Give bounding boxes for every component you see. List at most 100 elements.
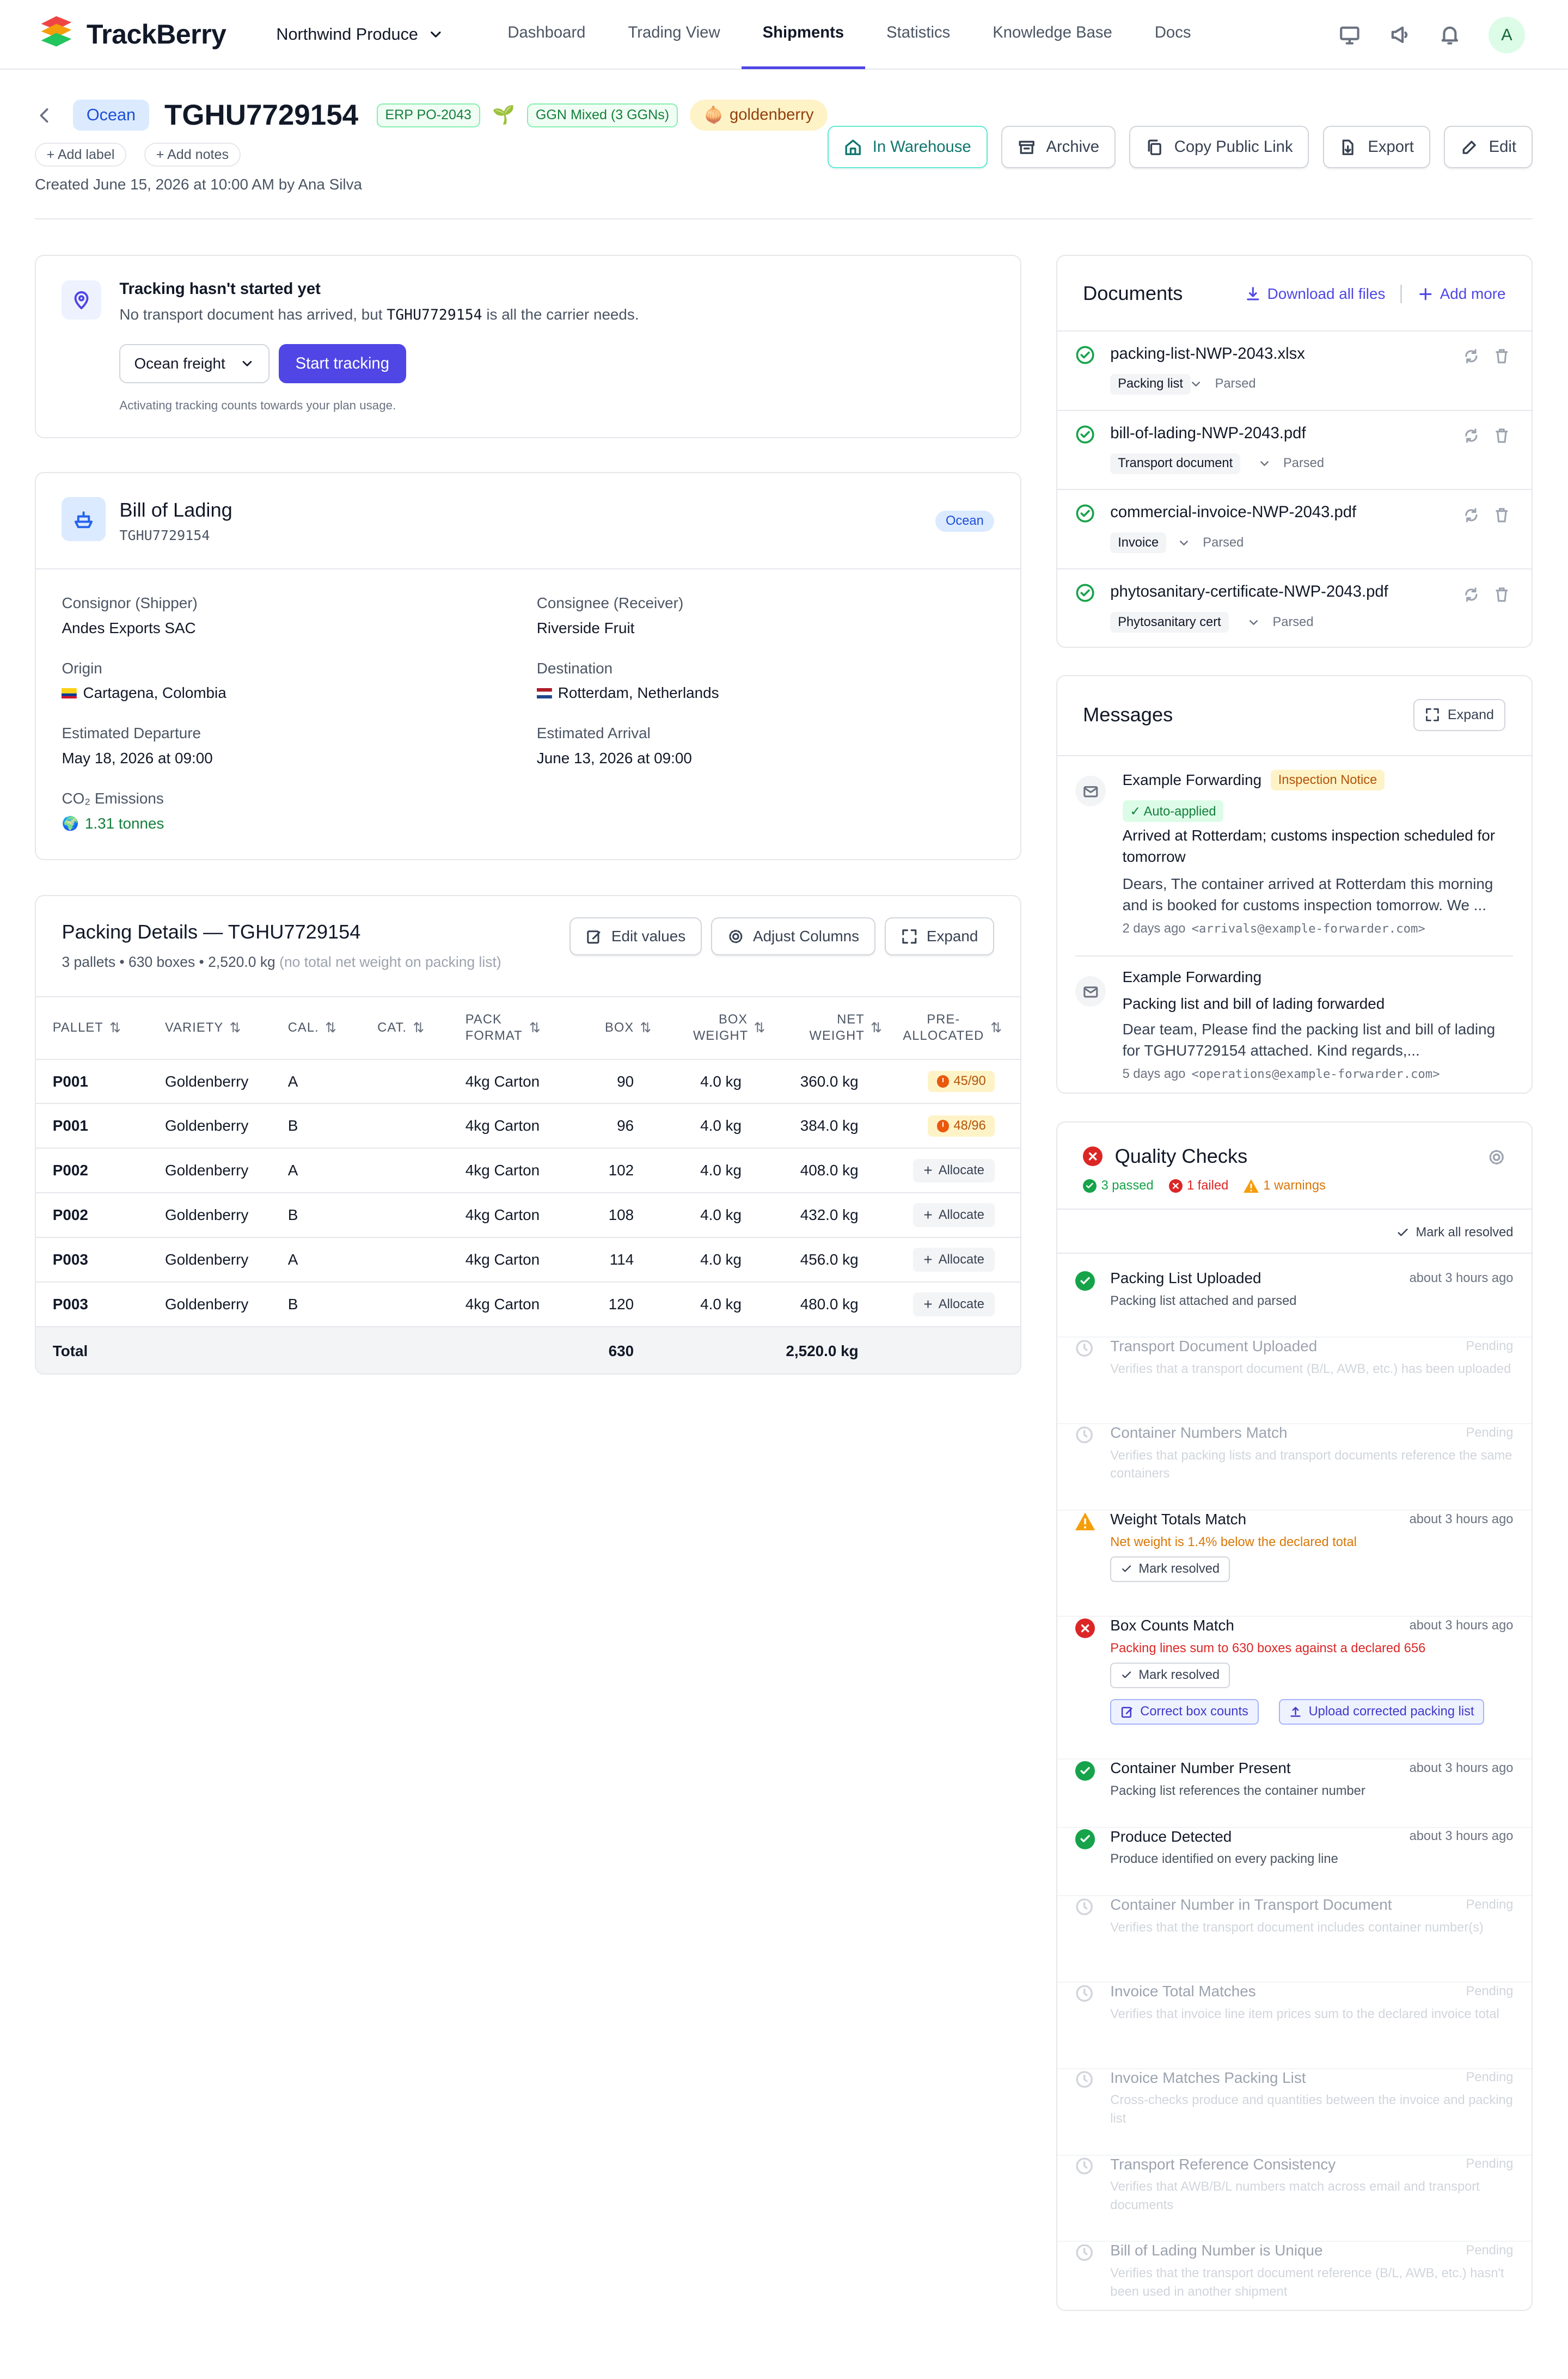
nav-statistics[interactable]: Statistics — [865, 0, 971, 69]
chevron-down-icon[interactable] — [1177, 536, 1191, 550]
edit-values-button[interactable]: Edit values — [569, 917, 702, 956]
refresh-icon[interactable] — [1463, 427, 1480, 444]
document-name[interactable]: packing-list-NWP-2043.xlsx — [1110, 345, 1305, 363]
archive-button[interactable]: Archive — [1001, 126, 1116, 169]
nav-dashboard[interactable]: Dashboard — [486, 0, 607, 69]
messages-expand-button[interactable]: Expand — [1413, 699, 1506, 731]
download-all-link[interactable]: Download all files — [1245, 285, 1385, 303]
col-net-weight[interactable]: NET WEIGHT ⇅ — [765, 996, 883, 1060]
col-pack-format[interactable]: PACK FORMAT ⇅ — [465, 996, 563, 1060]
trash-icon[interactable] — [1493, 427, 1510, 444]
monitor-icon[interactable] — [1338, 23, 1361, 46]
chevron-down-icon[interactable] — [1258, 457, 1271, 470]
megaphone-icon[interactable] — [1388, 23, 1411, 46]
trash-icon[interactable] — [1493, 507, 1510, 524]
trash-icon[interactable] — [1493, 348, 1510, 365]
correct-box-counts-button[interactable]: Correct box counts — [1110, 1699, 1259, 1725]
table-row[interactable]: P001 Goldenberry A 4kg Carton 90 4.0 kg 360.0 … — [36, 1059, 1020, 1105]
upload-corrected-button[interactable]: Upload corrected packing list — [1278, 1699, 1485, 1725]
nav-knowledge-base[interactable]: Knowledge Base — [971, 0, 1134, 69]
divider — [1057, 1253, 1532, 1254]
add-more-link[interactable]: Add more — [1417, 285, 1506, 303]
quality-check-item[interactable]: Container Numbers Match Pending Verifies t… — [1057, 1424, 1532, 1511]
mark-resolved-button[interactable]: Mark resolved — [1110, 1662, 1230, 1689]
adjust-columns-button[interactable]: Adjust Columns — [710, 917, 875, 956]
col-cat[interactable]: CAT. ⇅ — [377, 996, 465, 1060]
col-pallet[interactable]: PALLET ⇅ — [36, 996, 165, 1060]
message-preview: Dears, The container arrived at Rotterda… — [1122, 875, 1493, 913]
table-row[interactable]: P002 Goldenberry A 4kg Carton 102 4.0 kg 408.0… — [36, 1148, 1020, 1194]
bell-icon[interactable] — [1438, 23, 1461, 46]
quality-check-item[interactable]: Container Number Present about 3 hours ag… — [1057, 1759, 1532, 1828]
product-tag[interactable]: 🧅 goldenberry — [690, 100, 828, 131]
avatar[interactable]: A — [1489, 16, 1525, 53]
expand-table-button[interactable]: Expand — [884, 917, 995, 956]
erp-tag[interactable]: ERP PO-2043 — [376, 103, 480, 127]
export-button[interactable]: Export — [1322, 126, 1430, 169]
document-name[interactable]: commercial-invoice-NWP-2043.pdf — [1110, 504, 1356, 522]
status-button[interactable]: In Warehouse — [827, 126, 988, 169]
document-name[interactable]: bill-of-lading-NWP-2043.pdf — [1110, 425, 1306, 443]
add-label-button[interactable]: + Add label — [35, 142, 126, 167]
table-row[interactable]: P001 Goldenberry B 4kg Carton 96 4.0 kg 384.0 … — [36, 1103, 1020, 1149]
cell-empty — [652, 1327, 766, 1374]
quality-check-item[interactable]: Container Number in Transport Document Pe… — [1057, 1896, 1532, 1983]
quality-check-item[interactable]: Packing List Uploaded about 3 hours ago Pa… — [1057, 1270, 1532, 1338]
nav-trading-view[interactable]: Trading View — [607, 0, 741, 69]
add-more-label: Add more — [1440, 285, 1506, 302]
clock-icon — [1076, 1426, 1093, 1443]
pre-allocated-badge[interactable]: 48/96 — [928, 1115, 995, 1137]
col-box[interactable]: BOX ⇅ — [562, 996, 652, 1060]
quality-check-item[interactable]: Produce Detected about 3 hours ago Produce… — [1057, 1828, 1532, 1896]
col-cal[interactable]: CAL. ⇅ — [287, 996, 378, 1060]
quality-check-item[interactable]: Bill of Lading Number is Unique Pending Ve… — [1057, 2242, 1532, 2309]
trash-icon[interactable] — [1493, 586, 1510, 603]
quality-check-item[interactable]: Transport Document Uploaded Pending Verifi… — [1057, 1338, 1532, 1425]
document-name[interactable]: phytosanitary-certificate-NWP-2043.pdf — [1110, 583, 1388, 601]
allocate-button[interactable]: + Allocate — [912, 1248, 995, 1272]
edit-button[interactable]: Edit — [1443, 126, 1533, 169]
cell-variety: Goldenberry — [164, 1148, 288, 1194]
quality-check-item[interactable]: Box Counts Match about 3 hours ago Packing… — [1057, 1617, 1532, 1760]
refresh-icon[interactable] — [1463, 507, 1480, 524]
freight-mode-select[interactable]: Ocean freight — [119, 344, 270, 384]
col-box-weight[interactable]: BOX WEIGHT ⇅ — [652, 996, 766, 1060]
message-item[interactable]: Example Forwarding Inspection Notice ✓ A… — [1057, 755, 1532, 955]
cell-box-weight: 4.0 kg — [652, 1237, 766, 1283]
allocate-button[interactable]: + Allocate — [912, 1292, 995, 1317]
allocate-button[interactable]: + Allocate — [912, 1203, 995, 1228]
check-circle-icon — [1075, 1761, 1095, 1781]
quality-check-item[interactable]: Invoice Matches Packing List Pending Cross… — [1057, 2069, 1532, 2156]
mark-resolved-button[interactable]: Mark resolved — [1110, 1556, 1230, 1583]
chevron-down-icon[interactable] — [1189, 377, 1203, 391]
back-arrow-icon[interactable] — [35, 106, 54, 125]
start-tracking-button[interactable]: Start tracking — [279, 344, 406, 384]
refresh-icon[interactable] — [1463, 348, 1480, 365]
table-row[interactable]: P003 Goldenberry A 4kg Carton 114 4.0 kg 456.0… — [36, 1237, 1020, 1283]
pre-allocated-badge[interactable]: 45/90 — [928, 1071, 995, 1092]
refresh-icon[interactable] — [1463, 586, 1480, 603]
message-item[interactable]: Example Forwarding Packing list and bill… — [1075, 955, 1514, 1093]
document-item[interactable]: phytosanitary-certificate-NWP-2043.pdf Ph… — [1057, 568, 1532, 647]
col-pre-allocated[interactable]: PRE-ALLOCATED ⇅ — [883, 996, 1020, 1060]
chevron-down-icon[interactable] — [1247, 616, 1260, 629]
copy-link-button[interactable]: Copy Public Link — [1129, 126, 1309, 169]
table-row[interactable]: P002 Goldenberry B 4kg Carton 108 4.0 kg 432.0… — [36, 1193, 1020, 1238]
document-item[interactable]: packing-list-NWP-2043.xlsx Packing list Pa… — [1057, 330, 1532, 409]
mark-all-resolved-button[interactable]: Mark all resolved — [1396, 1225, 1513, 1240]
nav-docs[interactable]: Docs — [1134, 0, 1212, 69]
add-notes-button[interactable]: + Add notes — [144, 142, 241, 167]
document-item[interactable]: bill-of-lading-NWP-2043.pdf Transport doc… — [1057, 409, 1532, 489]
quality-check-item[interactable]: Transport Reference Consistency Pending Ve… — [1057, 2156, 1532, 2242]
table-row[interactable]: P003 Goldenberry B 4kg Carton 120 4.0 kg 480.0… — [36, 1282, 1020, 1328]
ggn-tag[interactable]: GGN Mixed (3 GGNs) — [527, 103, 678, 127]
brand[interactable]: TrackBerry — [38, 15, 226, 54]
gear-icon[interactable] — [1487, 1148, 1505, 1166]
org-switcher[interactable]: Northwind Produce — [276, 25, 444, 44]
quality-check-item[interactable]: Invoice Total Matches Pending Verifies tha… — [1057, 1983, 1532, 2069]
quality-check-item[interactable]: Weight Totals Match about 3 hours ago Net … — [1057, 1511, 1532, 1617]
document-item[interactable]: commercial-invoice-NWP-2043.pdf Invoice Pa… — [1057, 489, 1532, 568]
nav-shipments[interactable]: Shipments — [741, 0, 866, 70]
allocate-button[interactable]: + Allocate — [912, 1158, 995, 1183]
col-variety[interactable]: VARIETY ⇅ — [164, 996, 288, 1060]
